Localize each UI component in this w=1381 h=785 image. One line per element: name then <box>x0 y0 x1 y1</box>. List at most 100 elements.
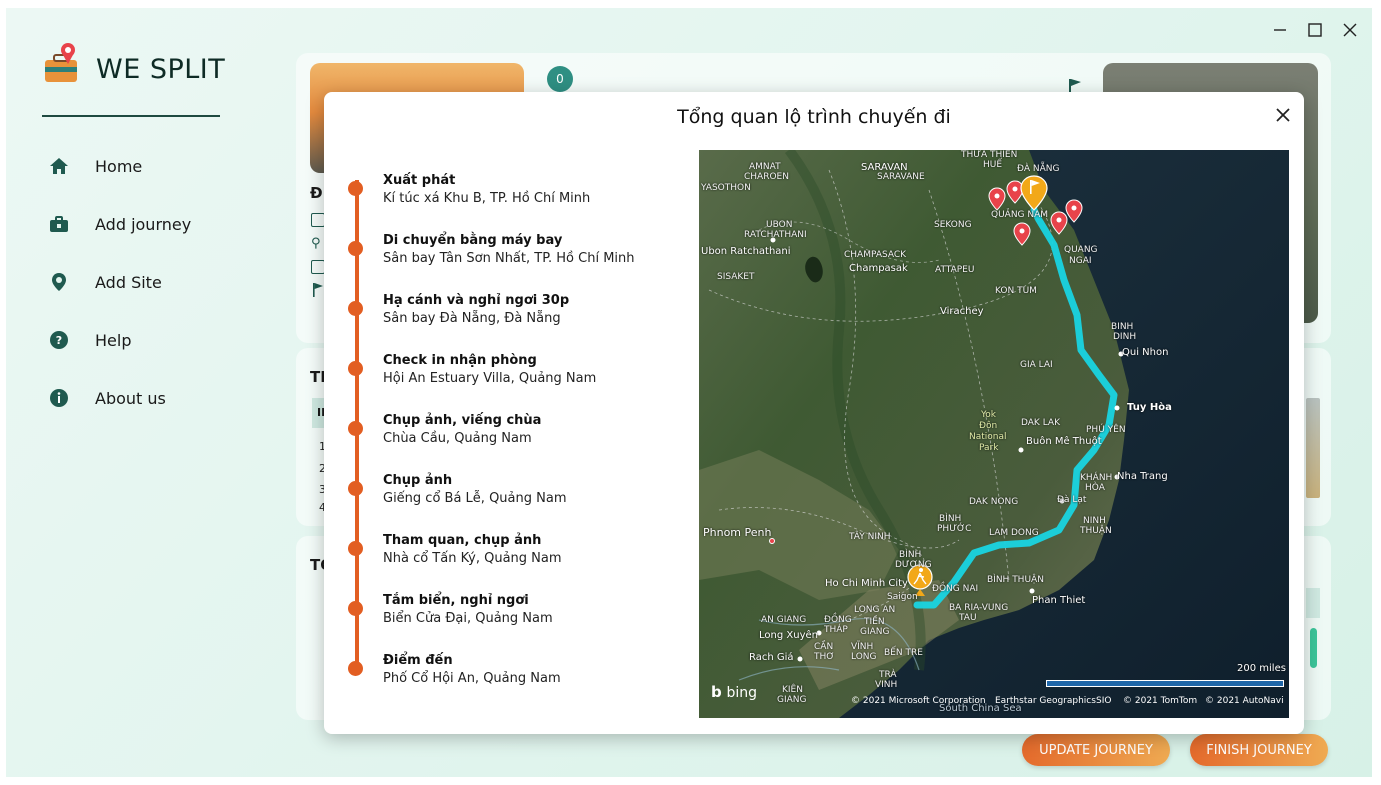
timeline-step: Hạ cánh và nghỉ ngơi 30p Sân bay Đà Nẵng… <box>348 293 648 333</box>
sidebar-item-label: About us <box>95 388 166 408</box>
map-label: SISAKET <box>717 272 755 282</box>
finish-journey-button[interactable]: FINISH JOURNEY <box>1190 734 1328 766</box>
map-label: TAU <box>959 613 977 623</box>
map-label: BA RIA-VUNG <box>949 603 1009 613</box>
maximize-icon <box>1308 23 1322 37</box>
map-label: ĐỒNG NAI <box>932 584 979 594</box>
sidebar-item-home[interactable]: Home <box>42 151 242 181</box>
update-journey-button[interactable]: UPDATE JOURNEY <box>1022 734 1170 766</box>
map-label: TRÀ <box>879 670 897 680</box>
step-place: Nhà cổ Tấn Ký, Quảng Nam <box>383 551 562 566</box>
destination-flag-marker-icon <box>1020 175 1048 211</box>
map-label: AMNAT <box>749 162 781 172</box>
timeline-dot <box>348 181 363 196</box>
map-label: ĐỒNG <box>824 615 852 625</box>
flag-icon <box>313 282 323 297</box>
count-badge: 0 <box>547 66 573 92</box>
sidebar-item-add-site[interactable]: Add Site <box>42 267 242 297</box>
map-label: RATCHATHANI <box>744 230 807 240</box>
sidebar-item-label: Add journey <box>95 214 192 234</box>
close-window-button[interactable] <box>1339 22 1361 44</box>
sidebar-item-help[interactable]: ? Help <box>42 325 242 355</box>
map-label: PHÚ YÊN <box>1086 425 1126 435</box>
map-label: BẾN TRE <box>884 648 923 658</box>
timeline-step: Chụp ảnh Giếng cổ Bá Lễ, Quảng Nam <box>348 473 648 513</box>
help-icon: ? <box>48 329 70 351</box>
sidebar-item-about-us[interactable]: About us <box>42 383 242 413</box>
step-place: Sân bay Tân Sơn Nhất, TP. Hồ Chí Minh <box>383 251 635 266</box>
bing-logo-text: bing <box>726 685 758 701</box>
map-label: GIA LAI <box>1020 360 1053 370</box>
map-label: VINH <box>875 680 898 690</box>
map-label: LONG AN <box>854 605 896 615</box>
svg-text:?: ? <box>56 334 62 347</box>
map-label: SEKONG <box>934 220 972 230</box>
location-pin-icon <box>48 271 70 293</box>
location-pin-icon <box>1050 211 1068 235</box>
route-map[interactable]: AMNAT CHAROEN YASOTHON SARAVAN SARAVANE … <box>699 150 1289 718</box>
map-label: NGAI <box>1069 256 1092 266</box>
sidebar-item-add-journey[interactable]: Add journey <box>42 209 242 239</box>
map-label: QUẢNG NAM <box>991 210 1049 220</box>
map-attribution: SIO <box>1096 696 1112 706</box>
step-title: Check in nhận phòng <box>383 353 537 368</box>
scroll-thumb[interactable] <box>1310 628 1317 668</box>
map-label: BINH <box>1111 322 1134 332</box>
map-label: VĨNH <box>851 642 874 652</box>
map-label: Phnom Penh <box>703 526 772 539</box>
map-label: DƯƠNG <box>895 560 932 570</box>
walk-icon: ⚲ <box>311 236 321 251</box>
calendar-icon <box>311 213 325 227</box>
map-label: TÂY NINH <box>849 532 891 542</box>
map-label: LONG <box>851 652 877 662</box>
map-label: Rach Giá <box>749 652 794 663</box>
map-label: National <box>969 432 1007 442</box>
dialog-title: Tổng quan lộ trình chuyến đi <box>677 106 951 128</box>
timeline-step: Xuất phát Kí túc xá Khu B, TP. Hồ Chí Mi… <box>348 173 648 213</box>
timeline-step: Tham quan, chụp ảnh Nhà cổ Tấn Ký, Quảng… <box>348 533 648 573</box>
map-label: LAM DONG <box>989 528 1039 538</box>
map-attribution: © 2021 Microsoft Corporation <box>851 696 986 706</box>
map-label: Long Xuyên <box>759 630 818 641</box>
location-pin-icon <box>1013 222 1031 246</box>
progress-strip <box>1306 588 1320 618</box>
map-label: KON TUM <box>995 286 1037 296</box>
map-label: HUẾ <box>983 160 1003 170</box>
maximize-button[interactable] <box>1304 22 1326 44</box>
bing-logo: b bing <box>711 683 757 701</box>
close-icon <box>1276 108 1290 122</box>
map-attribution: Earthstar Geographics <box>995 696 1096 706</box>
sidebar-item-label: Add Site <box>95 272 162 292</box>
map-label: THÁP <box>824 625 848 635</box>
calendar-icon <box>311 260 325 274</box>
map-label: DAK LAK <box>1021 418 1060 428</box>
route-overview-dialog: Tổng quan lộ trình chuyến đi Xuất phát K… <box>324 92 1304 734</box>
dialog-close-button[interactable] <box>1272 104 1294 126</box>
map-label: UBON <box>766 220 793 230</box>
map-label: CHAROEN <box>744 172 789 182</box>
map-label: CẦN <box>814 642 834 652</box>
step-title: Chụp ảnh <box>383 473 453 488</box>
map-label: BÌNH <box>939 514 962 524</box>
map-label: DAK NONG <box>969 497 1019 507</box>
step-place: Chùa Cầu, Quảng Nam <box>383 431 532 446</box>
sidebar-item-label: Home <box>95 156 143 176</box>
briefcase-icon <box>48 213 70 235</box>
step-place: Sân bay Đà Nẵng, Đà Nẵng <box>383 311 561 326</box>
location-pin-icon <box>988 187 1006 211</box>
step-title: Chụp ảnh, viếng chùa <box>383 413 542 428</box>
map-label: Đà Lạt <box>1057 495 1087 505</box>
timeline-dot <box>348 241 363 256</box>
step-title: Di chuyển bằng máy bay <box>383 233 563 248</box>
step-title: Tắm biển, nghỉ ngơi <box>383 593 529 608</box>
step-title: Hạ cánh và nghỉ ngơi 30p <box>383 293 570 308</box>
map-label: AN GIANG <box>761 615 807 625</box>
timeline-dot <box>348 301 363 316</box>
map-label: THỪA THIÊN <box>961 150 1018 160</box>
location-pin-icon <box>1006 180 1024 204</box>
map-label: TIỀN <box>864 617 885 627</box>
map-label: DINH <box>1113 332 1137 342</box>
minimize-button[interactable] <box>1269 22 1291 44</box>
timeline-dot <box>348 481 363 496</box>
map-label: Park <box>979 443 999 453</box>
